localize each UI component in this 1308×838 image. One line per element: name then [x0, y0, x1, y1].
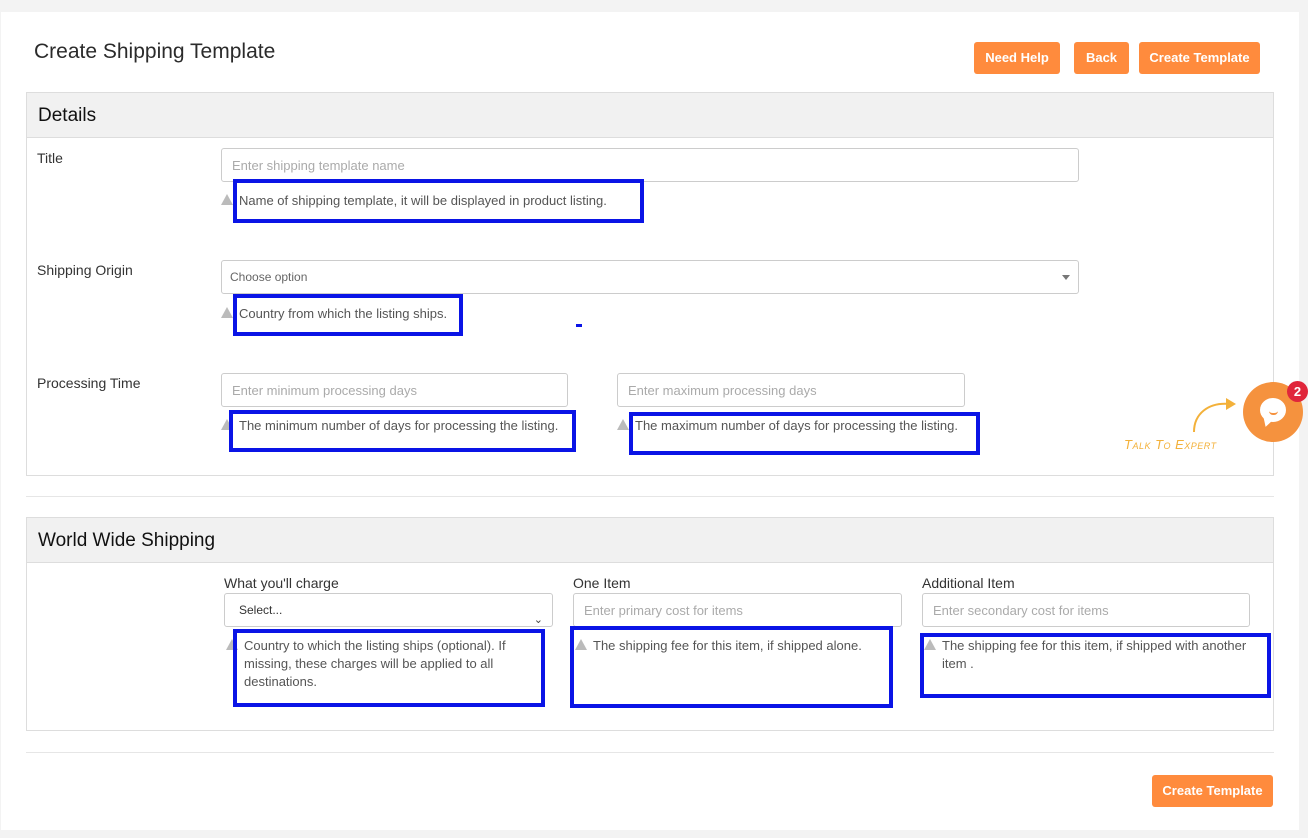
- max-processing-help: The maximum number of days for processin…: [617, 417, 958, 435]
- charge-select-value: Select...: [239, 603, 283, 617]
- one-item-input[interactable]: [573, 593, 902, 627]
- back-button[interactable]: Back: [1074, 42, 1129, 74]
- shipping-origin-help: Country from which the listing ships.: [221, 305, 447, 323]
- warning-icon: [226, 639, 238, 650]
- charge-label: What you'll charge: [224, 575, 339, 591]
- shipping-origin-label: Shipping Origin: [37, 262, 133, 278]
- warning-icon: [221, 419, 233, 430]
- shipping-origin-select[interactable]: Choose option: [221, 260, 1079, 294]
- footer-divider: [26, 752, 1274, 753]
- need-help-button[interactable]: Need Help: [974, 42, 1060, 74]
- additional-item-label: Additional Item: [922, 575, 1015, 591]
- warning-icon: [221, 307, 233, 318]
- additional-item-help: The shipping fee for this item, if shipp…: [924, 637, 1264, 673]
- caret-down-icon: [1062, 275, 1070, 280]
- one-item-help: The shipping fee for this item, if shipp…: [575, 637, 885, 655]
- highlight-mark: [576, 324, 582, 327]
- notification-badge: 2: [1287, 381, 1308, 402]
- title-help: Name of shipping template, it will be di…: [221, 192, 607, 210]
- title-input[interactable]: [221, 148, 1079, 182]
- details-heading: Details: [27, 93, 1273, 138]
- charge-help: Country to which the listing ships (opti…: [226, 637, 536, 691]
- warning-icon: [221, 194, 233, 205]
- additional-item-input[interactable]: [922, 593, 1250, 627]
- page-title: Create Shipping Template: [34, 40, 276, 63]
- min-processing-help: The minimum number of days for processin…: [221, 417, 558, 435]
- chevron-down-icon: ⌄: [533, 614, 543, 626]
- shipping-origin-value: Choose option: [230, 270, 308, 284]
- max-processing-input[interactable]: [617, 373, 965, 407]
- warning-icon: [617, 419, 629, 430]
- processing-time-label: Processing Time: [37, 375, 141, 391]
- talk-to-expert-label: Talk To Expert: [1124, 437, 1217, 452]
- min-processing-input[interactable]: [221, 373, 568, 407]
- arrow-icon: [1193, 398, 1236, 433]
- warning-icon: [575, 639, 587, 650]
- chat-bubble-icon: [1260, 398, 1286, 422]
- section-divider: [26, 496, 1274, 497]
- charge-select[interactable]: Select... ⌄: [224, 593, 553, 627]
- world-wide-heading: World Wide Shipping: [27, 518, 1273, 563]
- title-label: Title: [37, 150, 63, 166]
- one-item-label: One Item: [573, 575, 631, 591]
- create-template-button-top[interactable]: Create Template: [1139, 42, 1260, 74]
- create-template-button-bottom[interactable]: Create Template: [1152, 775, 1273, 807]
- warning-icon: [924, 639, 936, 650]
